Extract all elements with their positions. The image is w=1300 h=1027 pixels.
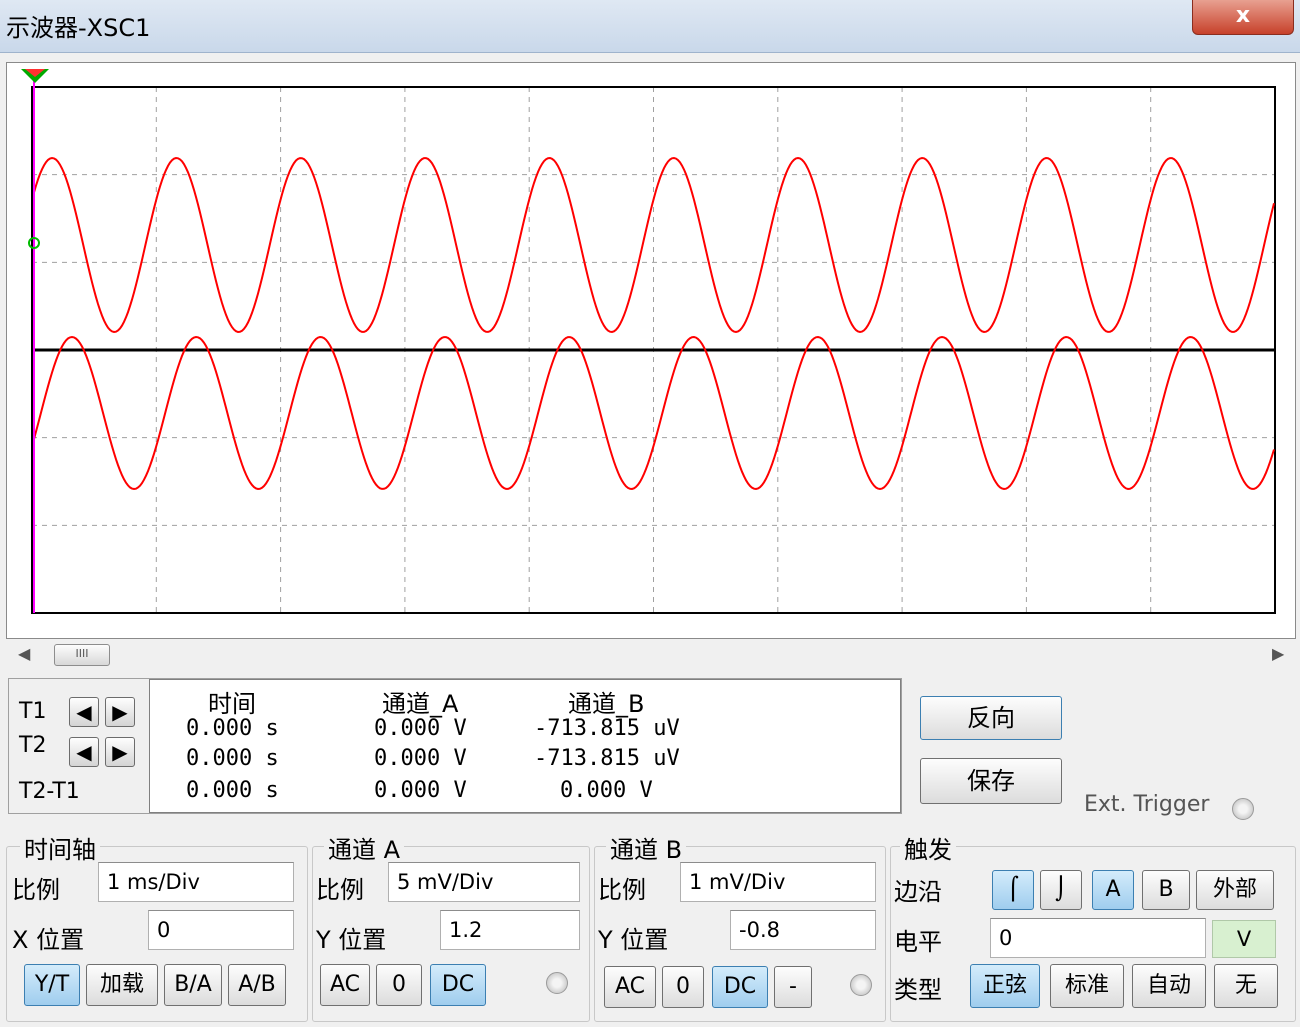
channel-b-scale-field[interactable]: 1 mV/Div <box>680 862 876 902</box>
channel-a-ypos-field[interactable]: 1.2 <box>440 910 580 950</box>
trigger-source-b-button[interactable]: B <box>1142 870 1190 910</box>
channel-a-scale-label: 比例 <box>316 876 364 904</box>
channel-b-invert-button[interactable]: - <box>774 966 812 1008</box>
save-button[interactable]: 保存 <box>920 758 1062 804</box>
timebase-scale-label: 比例 <box>12 876 60 904</box>
scroll-left-arrow-icon[interactable]: ◀ <box>18 644 30 663</box>
mode-ba-button[interactable]: B/A <box>164 964 222 1006</box>
scroll-thumb[interactable]: IIII <box>54 644 110 666</box>
t1-channel-b-value: -713.815 uV <box>534 716 680 741</box>
readout-header-channel-b: 通道_B <box>568 690 645 718</box>
t2-t1-label: T2-T1 <box>19 779 80 804</box>
channel-a-zero-button[interactable]: 0 <box>376 964 422 1006</box>
timebase-title: 时间轴 <box>20 830 100 865</box>
trigger-title: 触发 <box>900 830 956 865</box>
t1-label: T1 <box>19 699 47 724</box>
diff-channel-a-value: 0.000 V <box>374 778 467 803</box>
trigger-type-auto-button[interactable]: 自动 <box>1132 964 1206 1008</box>
trigger-source-a-button[interactable]: A <box>1092 870 1134 910</box>
trigger-type-label: 类型 <box>894 976 942 1004</box>
t1-right-arrow-icon[interactable]: ▶ <box>105 697 135 727</box>
timebase-scale-field[interactable]: 1 ms/Div <box>98 862 294 902</box>
channel-b-scale-label: 比例 <box>598 876 646 904</box>
channel-a-title: 通道 A <box>324 830 405 865</box>
trigger-level-unit: V <box>1212 920 1276 958</box>
mode-load-button[interactable]: 加载 <box>86 964 158 1006</box>
falling-edge-icon[interactable]: ⌡ <box>1040 870 1082 910</box>
cursor-controls: T1 ◀ ▶ T2 ◀ ▶ T2-T1 <box>9 679 147 813</box>
channel-b-zero-button[interactable]: 0 <box>662 966 704 1008</box>
trigger-type-normal-button[interactable]: 标准 <box>1050 964 1124 1008</box>
rising-edge-icon[interactable]: ⌠ <box>992 870 1034 910</box>
channel-b-ypos-field[interactable]: -0.8 <box>730 910 876 950</box>
cursor-panel: T1 ◀ ▶ T2 ◀ ▶ T2-T1 时间 通道_A 通道_B 0.000 s… <box>8 678 902 814</box>
channel-a-ac-button[interactable]: AC <box>320 964 370 1006</box>
x-position-label: X 位置 <box>12 926 85 954</box>
channel-a-ypos-label: Y 位置 <box>316 926 387 954</box>
mode-yt-button[interactable]: Y/T <box>24 964 80 1006</box>
channel-a-trace <box>33 156 1275 334</box>
t2-channel-a-value: 0.000 V <box>374 746 467 771</box>
channel-a-color-radio[interactable] <box>546 972 568 994</box>
x-position-field[interactable]: 0 <box>148 910 294 950</box>
channel-a-dc-button[interactable]: DC <box>430 964 486 1006</box>
t1-time-value: 0.000 s <box>186 716 279 741</box>
oscilloscope-plot <box>21 69 1276 614</box>
readout-header-channel-a: 通道_A <box>382 690 459 718</box>
trigger-type-none-button[interactable]: 无 <box>1214 964 1278 1008</box>
channel-b-ypos-label: Y 位置 <box>598 926 669 954</box>
diff-channel-b-value: 0.000 V <box>560 778 653 803</box>
cursor-readout: 时间 通道_A 通道_B 0.000 s 0.000 V -713.815 uV… <box>149 679 901 813</box>
channel-b-ac-button[interactable]: AC <box>604 966 656 1008</box>
readout-header-time: 时间 <box>208 690 256 718</box>
reverse-button[interactable]: 反向 <box>920 696 1062 740</box>
t1-channel-a-value: 0.000 V <box>374 716 467 741</box>
channel-a-scale-field[interactable]: 5 mV/Div <box>388 862 580 902</box>
window-title: 示波器-XSC1 <box>6 14 151 42</box>
close-button[interactable]: x <box>1192 0 1294 35</box>
trigger-external-button[interactable]: 外部 <box>1196 870 1274 910</box>
t2-time-value: 0.000 s <box>186 746 279 771</box>
ext-trigger-label: Ext. Trigger <box>1084 792 1210 817</box>
horizontal-scrollbar[interactable]: ◀ IIII ▶ <box>6 640 1294 670</box>
channel-b-title: 通道 B <box>606 830 687 865</box>
title-bar: 示波器-XSC1 x <box>0 0 1300 53</box>
t1-left-arrow-icon[interactable]: ◀ <box>69 697 99 727</box>
t2-channel-b-value: -713.815 uV <box>534 746 680 771</box>
mode-ab-button[interactable]: A/B <box>228 964 286 1006</box>
trigger-level-label: 电平 <box>894 928 942 956</box>
ext-trigger-radio[interactable] <box>1232 798 1254 820</box>
channel-b-color-radio[interactable] <box>850 974 872 996</box>
diff-time-value: 0.000 s <box>186 778 279 803</box>
trigger-edge-label: 边沿 <box>894 878 942 906</box>
channel-b-dc-button[interactable]: DC <box>712 966 768 1008</box>
trigger-type-sine-button[interactable]: 正弦 <box>970 964 1040 1008</box>
t2-label: T2 <box>19 733 47 758</box>
t2-right-arrow-icon[interactable]: ▶ <box>105 737 135 767</box>
t2-left-arrow-icon[interactable]: ◀ <box>69 737 99 767</box>
scroll-right-arrow-icon[interactable]: ▶ <box>1272 644 1284 663</box>
trigger-level-field[interactable]: 0 <box>990 918 1206 958</box>
oscilloscope-screen <box>6 62 1296 639</box>
